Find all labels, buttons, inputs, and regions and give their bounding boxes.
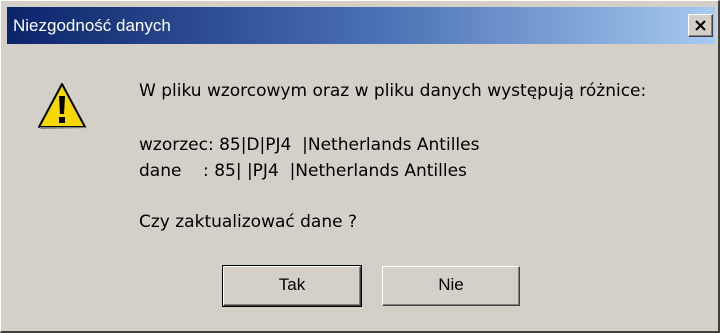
message-text-question: Czy zaktualizować dane ? [139, 212, 358, 232]
title-bar[interactable]: Niezgodność danych [7, 7, 715, 44]
window-title: Niezgodność danych [13, 16, 171, 35]
warning-icon [38, 83, 87, 129]
message-text-differences: W pliku wzorcowym oraz w pliku danych wy… [139, 81, 647, 101]
message-dialog: Niezgodność danych W pliku wzorcowym ora… [0, 0, 720, 333]
yes-button[interactable]: Tak [222, 265, 362, 307]
message-text-reference: wzorzec: 85|D|PJ4 |Netherlands Antilles [139, 135, 480, 155]
close-button[interactable] [688, 14, 713, 37]
message-text-data: dane : 85| |PJ4 |Netherlands Antilles [139, 161, 467, 181]
close-icon [695, 20, 706, 31]
no-button[interactable]: Nie [382, 266, 520, 306]
